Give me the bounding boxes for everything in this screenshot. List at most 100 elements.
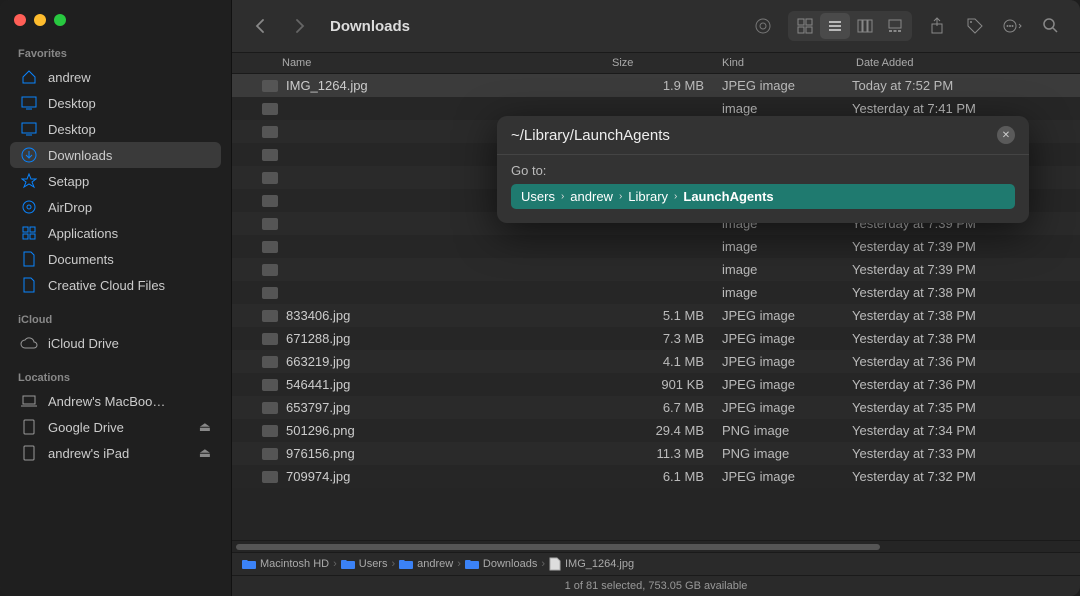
airdrop-icon [20,198,38,216]
eject-icon[interactable]: ⏏ [199,445,211,461]
sidebar-item-applications[interactable]: Applications [10,220,221,246]
sidebar-item-label: Documents [48,252,114,267]
file-name: 663219.jpg [286,354,350,369]
file-size: 7.3 MB [612,331,722,346]
table-row[interactable]: 709974.jpg6.1 MBJPEG imageYesterday at 7… [232,465,1080,488]
table-row[interactable]: imageYesterday at 7:39 PM [232,235,1080,258]
chevron-right-icon: › [674,191,677,202]
file-date: Yesterday at 7:38 PM [852,308,1080,323]
sidebar-item-label: Andrew's MacBoo… [48,394,165,409]
action-menu-button[interactable] [1000,13,1026,39]
header-size[interactable]: Size [612,57,722,69]
doc-icon [20,250,38,268]
back-button[interactable] [248,13,274,39]
icon-view-button[interactable] [790,13,820,39]
disk-icon [20,418,38,436]
file-date: Yesterday at 7:33 PM [852,446,1080,461]
sidebar-item-label: Downloads [48,148,112,163]
chevron-right-icon: › [391,558,395,570]
file-thumbnail-icon [262,218,278,230]
sidebar-item-label: Setapp [48,174,89,189]
sidebar-item-desktop[interactable]: Desktop [10,116,221,142]
tags-button[interactable] [962,13,988,39]
sidebar-item-andrew[interactable]: andrew [10,64,221,90]
file-kind: PNG image [722,446,852,461]
toolbar: Downloads [232,0,1080,52]
sidebar-item-google-drive[interactable]: Google Drive⏏ [10,414,221,440]
file-thumbnail-icon [262,402,278,414]
forward-button[interactable] [286,13,312,39]
sidebar-item-label: AirDrop [48,200,92,215]
path-segment[interactable]: Downloads [483,558,537,570]
path-segment[interactable]: IMG_1264.jpg [565,558,634,570]
sidebar-item-andrew-s-macboo-[interactable]: Andrew's MacBoo… [10,388,221,414]
file-kind: JPEG image [722,308,852,323]
header-name[interactable]: Name [232,57,612,69]
share-button[interactable] [924,13,950,39]
sidebar-item-setapp[interactable]: Setapp [10,168,221,194]
file-thumbnail-icon [262,241,278,253]
goto-dialog: ✕ Go to: Users›andrew›Library›LaunchAgen… [497,116,1029,223]
file-size: 6.1 MB [612,469,722,484]
sidebar-item-label: Desktop [48,122,96,137]
table-row[interactable]: imageYesterday at 7:39 PM [232,258,1080,281]
file-kind: image [722,239,852,254]
sidebar-item-desktop[interactable]: Desktop [10,90,221,116]
table-row[interactable]: 671288.jpg7.3 MBJPEG imageYesterday at 7… [232,327,1080,350]
goto-input[interactable] [511,127,997,144]
search-button[interactable] [1038,13,1064,39]
scroll-thumb[interactable] [236,544,880,550]
airdrop-icon[interactable] [750,13,776,39]
table-row[interactable]: 653797.jpg6.7 MBJPEG imageYesterday at 7… [232,396,1080,419]
file-name: 833406.jpg [286,308,350,323]
file-date: Yesterday at 7:36 PM [852,354,1080,369]
close-icon[interactable] [14,14,26,26]
table-row[interactable]: 833406.jpg5.1 MBJPEG imageYesterday at 7… [232,304,1080,327]
path-segment[interactable]: andrew [417,558,453,570]
file-thumbnail-icon [262,333,278,345]
table-row[interactable]: 546441.jpg901 KBJPEG imageYesterday at 7… [232,373,1080,396]
sidebar-item-airdrop[interactable]: AirDrop [10,194,221,220]
suggestion-segment: Users [521,189,555,204]
goto-suggestion[interactable]: Users›andrew›Library›LaunchAgents [511,184,1015,209]
table-row[interactable]: imageYesterday at 7:38 PM [232,281,1080,304]
file-name: 546441.jpg [286,377,350,392]
folder-icon [242,559,256,570]
doc-icon [20,276,38,294]
zoom-icon[interactable] [54,14,66,26]
list-view-button[interactable] [820,13,850,39]
desktop-icon [20,94,38,112]
file-kind: JPEG image [722,469,852,484]
horizontal-scrollbar[interactable] [232,540,1080,552]
file-size: 901 KB [612,377,722,392]
file-date: Yesterday at 7:41 PM [852,101,1080,116]
file-date: Yesterday at 7:32 PM [852,469,1080,484]
header-date[interactable]: Date Added [852,57,1080,69]
table-row[interactable]: 663219.jpg4.1 MBJPEG imageYesterday at 7… [232,350,1080,373]
file-kind: PNG image [722,423,852,438]
sidebar: Favorites andrewDesktopDesktopDownloadsS… [0,0,232,596]
clear-icon[interactable]: ✕ [997,126,1015,144]
path-segment[interactable]: Macintosh HD [260,558,329,570]
file-name: 976156.png [286,446,355,461]
sidebar-item-documents[interactable]: Documents [10,246,221,272]
chevron-right-icon: › [619,191,622,202]
column-view-button[interactable] [850,13,880,39]
file-thumbnail-icon [262,264,278,276]
file-thumbnail-icon [262,172,278,184]
table-row[interactable]: IMG_1264.jpg1.9 MBJPEG imageToday at 7:5… [232,74,1080,97]
file-kind: image [722,262,852,277]
path-segment[interactable]: Users [359,558,388,570]
file-date: Yesterday at 7:35 PM [852,400,1080,415]
minimize-icon[interactable] [34,14,46,26]
sidebar-item-downloads[interactable]: Downloads [10,142,221,168]
table-row[interactable]: 501296.png29.4 MBPNG imageYesterday at 7… [232,419,1080,442]
table-row[interactable]: 976156.png11.3 MBPNG imageYesterday at 7… [232,442,1080,465]
sidebar-item-andrew-s-ipad[interactable]: andrew's iPad⏏ [10,440,221,466]
eject-icon[interactable]: ⏏ [199,419,211,435]
sidebar-item-icloud-drive[interactable]: iCloud Drive [10,330,221,356]
sidebar-item-creative-cloud-files[interactable]: Creative Cloud Files [10,272,221,298]
header-kind[interactable]: Kind [722,57,852,69]
gallery-view-button[interactable] [880,13,910,39]
file-thumbnail-icon [262,149,278,161]
